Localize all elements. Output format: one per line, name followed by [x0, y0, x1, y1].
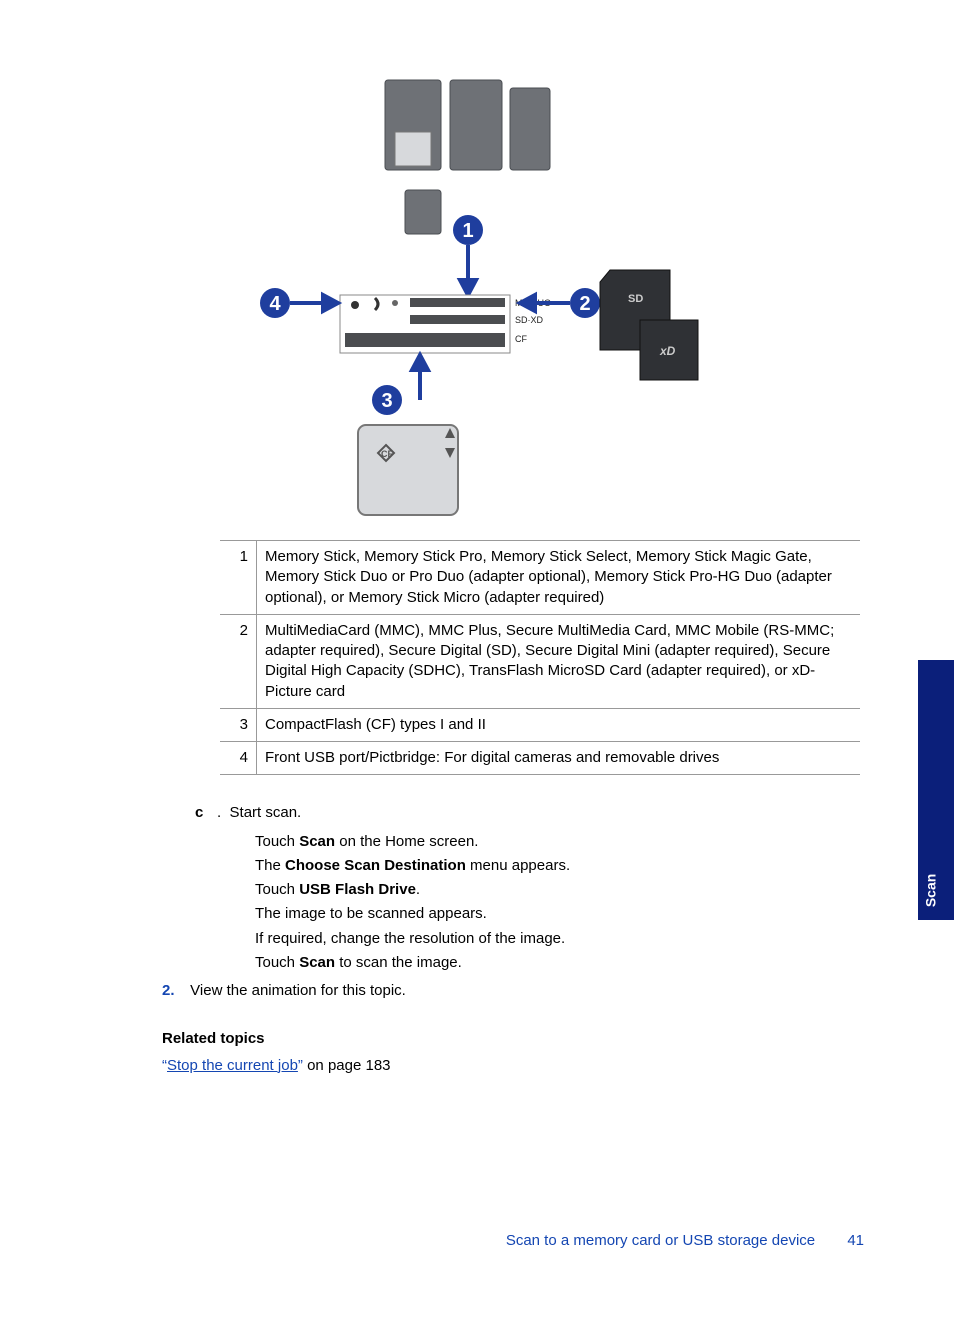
- callout-4-label: 4: [269, 293, 281, 315]
- table-row: 2 MultiMediaCard (MMC), MMC Plus, Secure…: [220, 614, 860, 708]
- step-c-title: Start scan.: [230, 804, 302, 821]
- footer-page-number: 41: [847, 1232, 864, 1249]
- table-row: 1 Memory Stick, Memory Stick Pro, Memory…: [220, 541, 860, 615]
- slot-label-sd: SD·XD: [515, 315, 544, 325]
- table-row: 4 Front USB port/Pictbridge: For digital…: [220, 742, 860, 775]
- legend-num: 4: [220, 742, 257, 775]
- callout-1-label: 1: [462, 220, 473, 242]
- step-2-number: 2.: [162, 981, 186, 1001]
- related-topics: Related topics “Stop the current job” on…: [162, 1029, 870, 1076]
- related-link-line: “Stop the current job” on page 183: [162, 1056, 870, 1076]
- table-row: 3 CompactFlash (CF) types I and II: [220, 708, 860, 741]
- related-heading: Related topics: [162, 1029, 870, 1049]
- legend-text: Memory Stick, Memory Stick Pro, Memory S…: [257, 541, 861, 615]
- section-tab-label: Scan: [921, 874, 940, 907]
- legend-num: 3: [220, 708, 257, 741]
- memory-card-slots-diagram: 1 MS/DUO SD·XD CF 4 2 SD xD 3: [240, 70, 720, 530]
- callout-3-label: 3: [381, 390, 392, 412]
- section-tab: Scan: [918, 660, 954, 920]
- step-c: c. Start scan. Touch Scan on the Home sc…: [195, 803, 870, 973]
- legend-num: 2: [220, 614, 257, 708]
- legend-text: MultiMediaCard (MMC), MMC Plus, Secure M…: [257, 614, 861, 708]
- legend-num: 1: [220, 541, 257, 615]
- stop-current-job-link[interactable]: Stop the current job: [167, 1057, 298, 1074]
- page-footer: Scan to a memory card or USB storage dev…: [506, 1231, 864, 1251]
- step-2: 2. View the animation for this topic.: [162, 981, 870, 1001]
- callout-2-label: 2: [579, 293, 590, 315]
- legend-text: CompactFlash (CF) types I and II: [257, 708, 861, 741]
- page-content: 1 MS/DUO SD·XD CF 4 2 SD xD 3: [90, 50, 870, 1076]
- step-2-text: View the animation for this topic.: [190, 982, 406, 999]
- svg-text:SD: SD: [628, 293, 643, 305]
- footer-section: Scan to a memory card or USB storage dev…: [506, 1232, 815, 1249]
- svg-text:xD: xD: [659, 344, 676, 358]
- slot-label-cf: CF: [515, 334, 527, 344]
- legend-text: Front USB port/Pictbridge: For digital c…: [257, 742, 861, 775]
- step-c-body: Touch Scan on the Home screen. The Choos…: [255, 832, 870, 974]
- svg-text:CF: CF: [381, 449, 393, 459]
- step-c-label: c: [195, 803, 217, 823]
- card-slot-legend-table: 1 Memory Stick, Memory Stick Pro, Memory…: [220, 540, 860, 775]
